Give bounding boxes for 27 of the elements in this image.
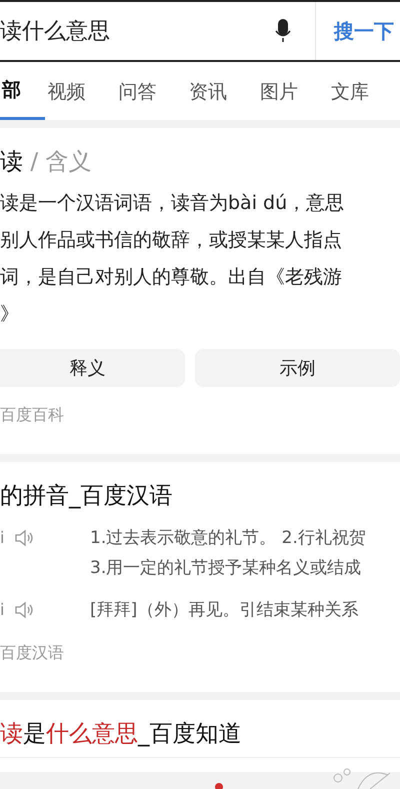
entry-heading: 读 / 含义: [0, 148, 92, 177]
description-text: 》: [0, 302, 20, 327]
description-text: 词，是自己对别人的尊敬。出自《老残游: [0, 265, 343, 290]
speaker-icon[interactable]: [14, 528, 34, 548]
microphone-icon[interactable]: [275, 18, 291, 44]
result-title[interactable]: 的拼音_百度汉语: [0, 480, 400, 511]
category-tab[interactable]: 资讯: [187, 62, 258, 120]
category-tab[interactable]: 问答: [116, 62, 188, 120]
pinyin-text: i: [0, 527, 6, 549]
category-tab[interactable]: 文库: [329, 62, 400, 120]
source-label: 百度百科: [0, 405, 65, 426]
result-title[interactable]: 读是什么意思_百度知道: [0, 718, 400, 749]
pinyin-text: i: [0, 599, 6, 621]
definition-text: 3.用一定的礼节授予某种名义或结成: [90, 557, 362, 580]
section-button[interactable]: 释义: [0, 349, 185, 387]
speaker-icon[interactable]: [14, 600, 34, 620]
category-tab[interactable]: 视频: [45, 62, 116, 120]
section-button[interactable]: 示例: [195, 349, 400, 387]
description-text: 别人作品或书信的敬辞，或授某某人指点: [0, 228, 343, 253]
source-label: 百度汉语: [0, 643, 65, 664]
notification-dot: [215, 783, 223, 789]
category-tab[interactable]: 部: [0, 62, 46, 120]
definition-text: [拜拜]（外）再见。引结束某种关系: [90, 599, 360, 622]
description-text: 读是一个汉语词语，读音为bài dú，意思: [0, 191, 346, 216]
search-field[interactable]: 读什么意思: [0, 16, 275, 46]
category-tab[interactable]: 图片: [258, 62, 330, 120]
definition-text: 1.过去表示敬意的礼节。 2.行礼祝贺: [90, 527, 367, 550]
